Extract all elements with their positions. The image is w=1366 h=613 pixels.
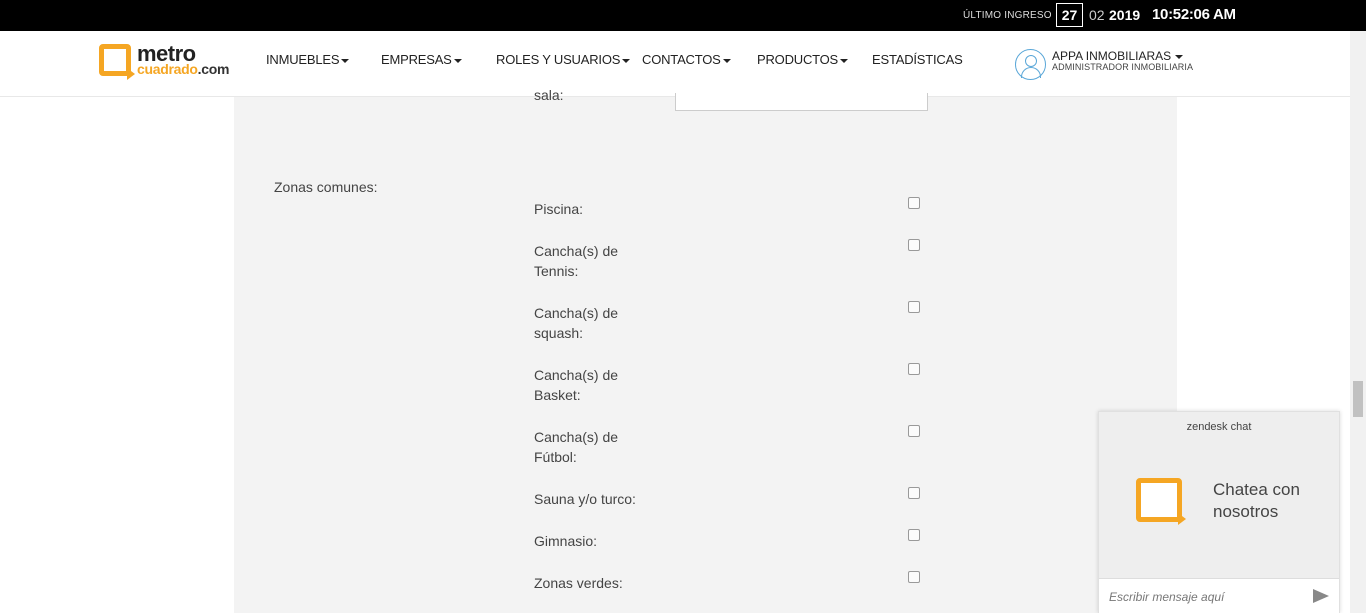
caret-down-icon: [722, 58, 731, 63]
amenity-checkbox-piscina[interactable]: [908, 197, 920, 209]
nav-empresas[interactable]: EMPRESAS: [381, 52, 462, 67]
last-login-month: 02: [1089, 7, 1105, 23]
amenity-label-sauna: Sauna y/o turco:: [534, 491, 636, 507]
nav-estadisticas[interactable]: ESTADÍSTICAS: [872, 52, 963, 67]
property-form-panel: sala: Zonas comunes: Piscina: Cancha(s) …: [234, 87, 1177, 613]
nav-roles-usuarios[interactable]: ROLES Y USUARIOS: [496, 52, 631, 67]
last-login-label: ÚLTIMO INGRESO: [963, 10, 1052, 21]
amenity-label-futbol: Cancha(s) de Fútbol:: [534, 429, 619, 465]
last-login-year: 2019: [1109, 7, 1141, 23]
amenity-label-zonas-verdes: Zonas verdes:: [534, 575, 623, 591]
last-login-day: 27: [1056, 3, 1083, 27]
chat-input-placeholder[interactable]: Escribir mensaje aquí: [1109, 590, 1224, 604]
amenity-checkbox-zonas-verdes[interactable]: [908, 571, 920, 583]
amenity-label-basket: Cancha(s) de Basket:: [534, 367, 619, 403]
amenity-checkbox-sauna[interactable]: [908, 487, 920, 499]
nav-inmuebles[interactable]: INMUEBLES: [266, 52, 350, 67]
amenity-checkbox-futbol[interactable]: [908, 425, 920, 437]
top-bar: ÚLTIMO INGRESO 27 02 2019 10:52:06 AM: [0, 0, 1366, 31]
amenity-label-gimnasio: Gimnasio:: [534, 533, 598, 549]
send-icon[interactable]: [1313, 589, 1329, 603]
chat-logo-icon: [1136, 478, 1186, 525]
user-role: ADMINISTRADOR INMOBILIARIA: [1052, 62, 1194, 72]
page-scrollbar[interactable]: [1350, 31, 1366, 613]
caret-down-icon: [341, 58, 350, 63]
header: metro cuadrado.com INMUEBLES EMPRESAS RO…: [0, 31, 1350, 97]
amenity-label-piscina: Piscina:: [534, 201, 584, 217]
chat-input-bar[interactable]: Escribir mensaje aquí: [1099, 578, 1339, 613]
user-name: APPA INMOBILIARAS: [1052, 49, 1183, 63]
scrollbar-thumb[interactable]: [1353, 381, 1363, 417]
sala-label: sala:: [534, 87, 564, 103]
user-avatar-icon: [1015, 49, 1046, 80]
chat-cta[interactable]: Chatea con nosotros: [1213, 479, 1333, 523]
chat-widget[interactable]: zendesk chat Chatea con nosotros Escribi…: [1098, 411, 1340, 613]
amenity-checkbox-tennis[interactable]: [908, 239, 920, 251]
caret-down-icon: [840, 58, 849, 63]
caret-down-icon: [1174, 54, 1183, 59]
amenity-label-squash: Cancha(s) de squash:: [534, 305, 619, 341]
sala-input[interactable]: [675, 93, 928, 111]
amenity-checkbox-gimnasio[interactable]: [908, 529, 920, 541]
logo-icon: [99, 44, 131, 76]
caret-down-icon: [622, 58, 631, 63]
site-logo[interactable]: metro cuadrado.com: [99, 41, 239, 82]
amenity-checkbox-squash[interactable]: [908, 301, 920, 313]
chat-brand: zendesk chat: [1186, 421, 1252, 433]
last-login-time: 10:52:06 AM: [1152, 6, 1236, 23]
zonas-comunes-label: Zonas comunes:: [274, 179, 378, 195]
nav-productos[interactable]: PRODUCTOS: [757, 52, 849, 67]
logo-text-cuadrado: cuadrado.com: [137, 61, 230, 77]
amenity-checkbox-basket[interactable]: [908, 363, 920, 375]
amenity-label-tennis: Cancha(s) de Tennis:: [534, 243, 619, 279]
caret-down-icon: [453, 58, 462, 63]
nav-contactos[interactable]: CONTACTOS: [642, 52, 731, 67]
